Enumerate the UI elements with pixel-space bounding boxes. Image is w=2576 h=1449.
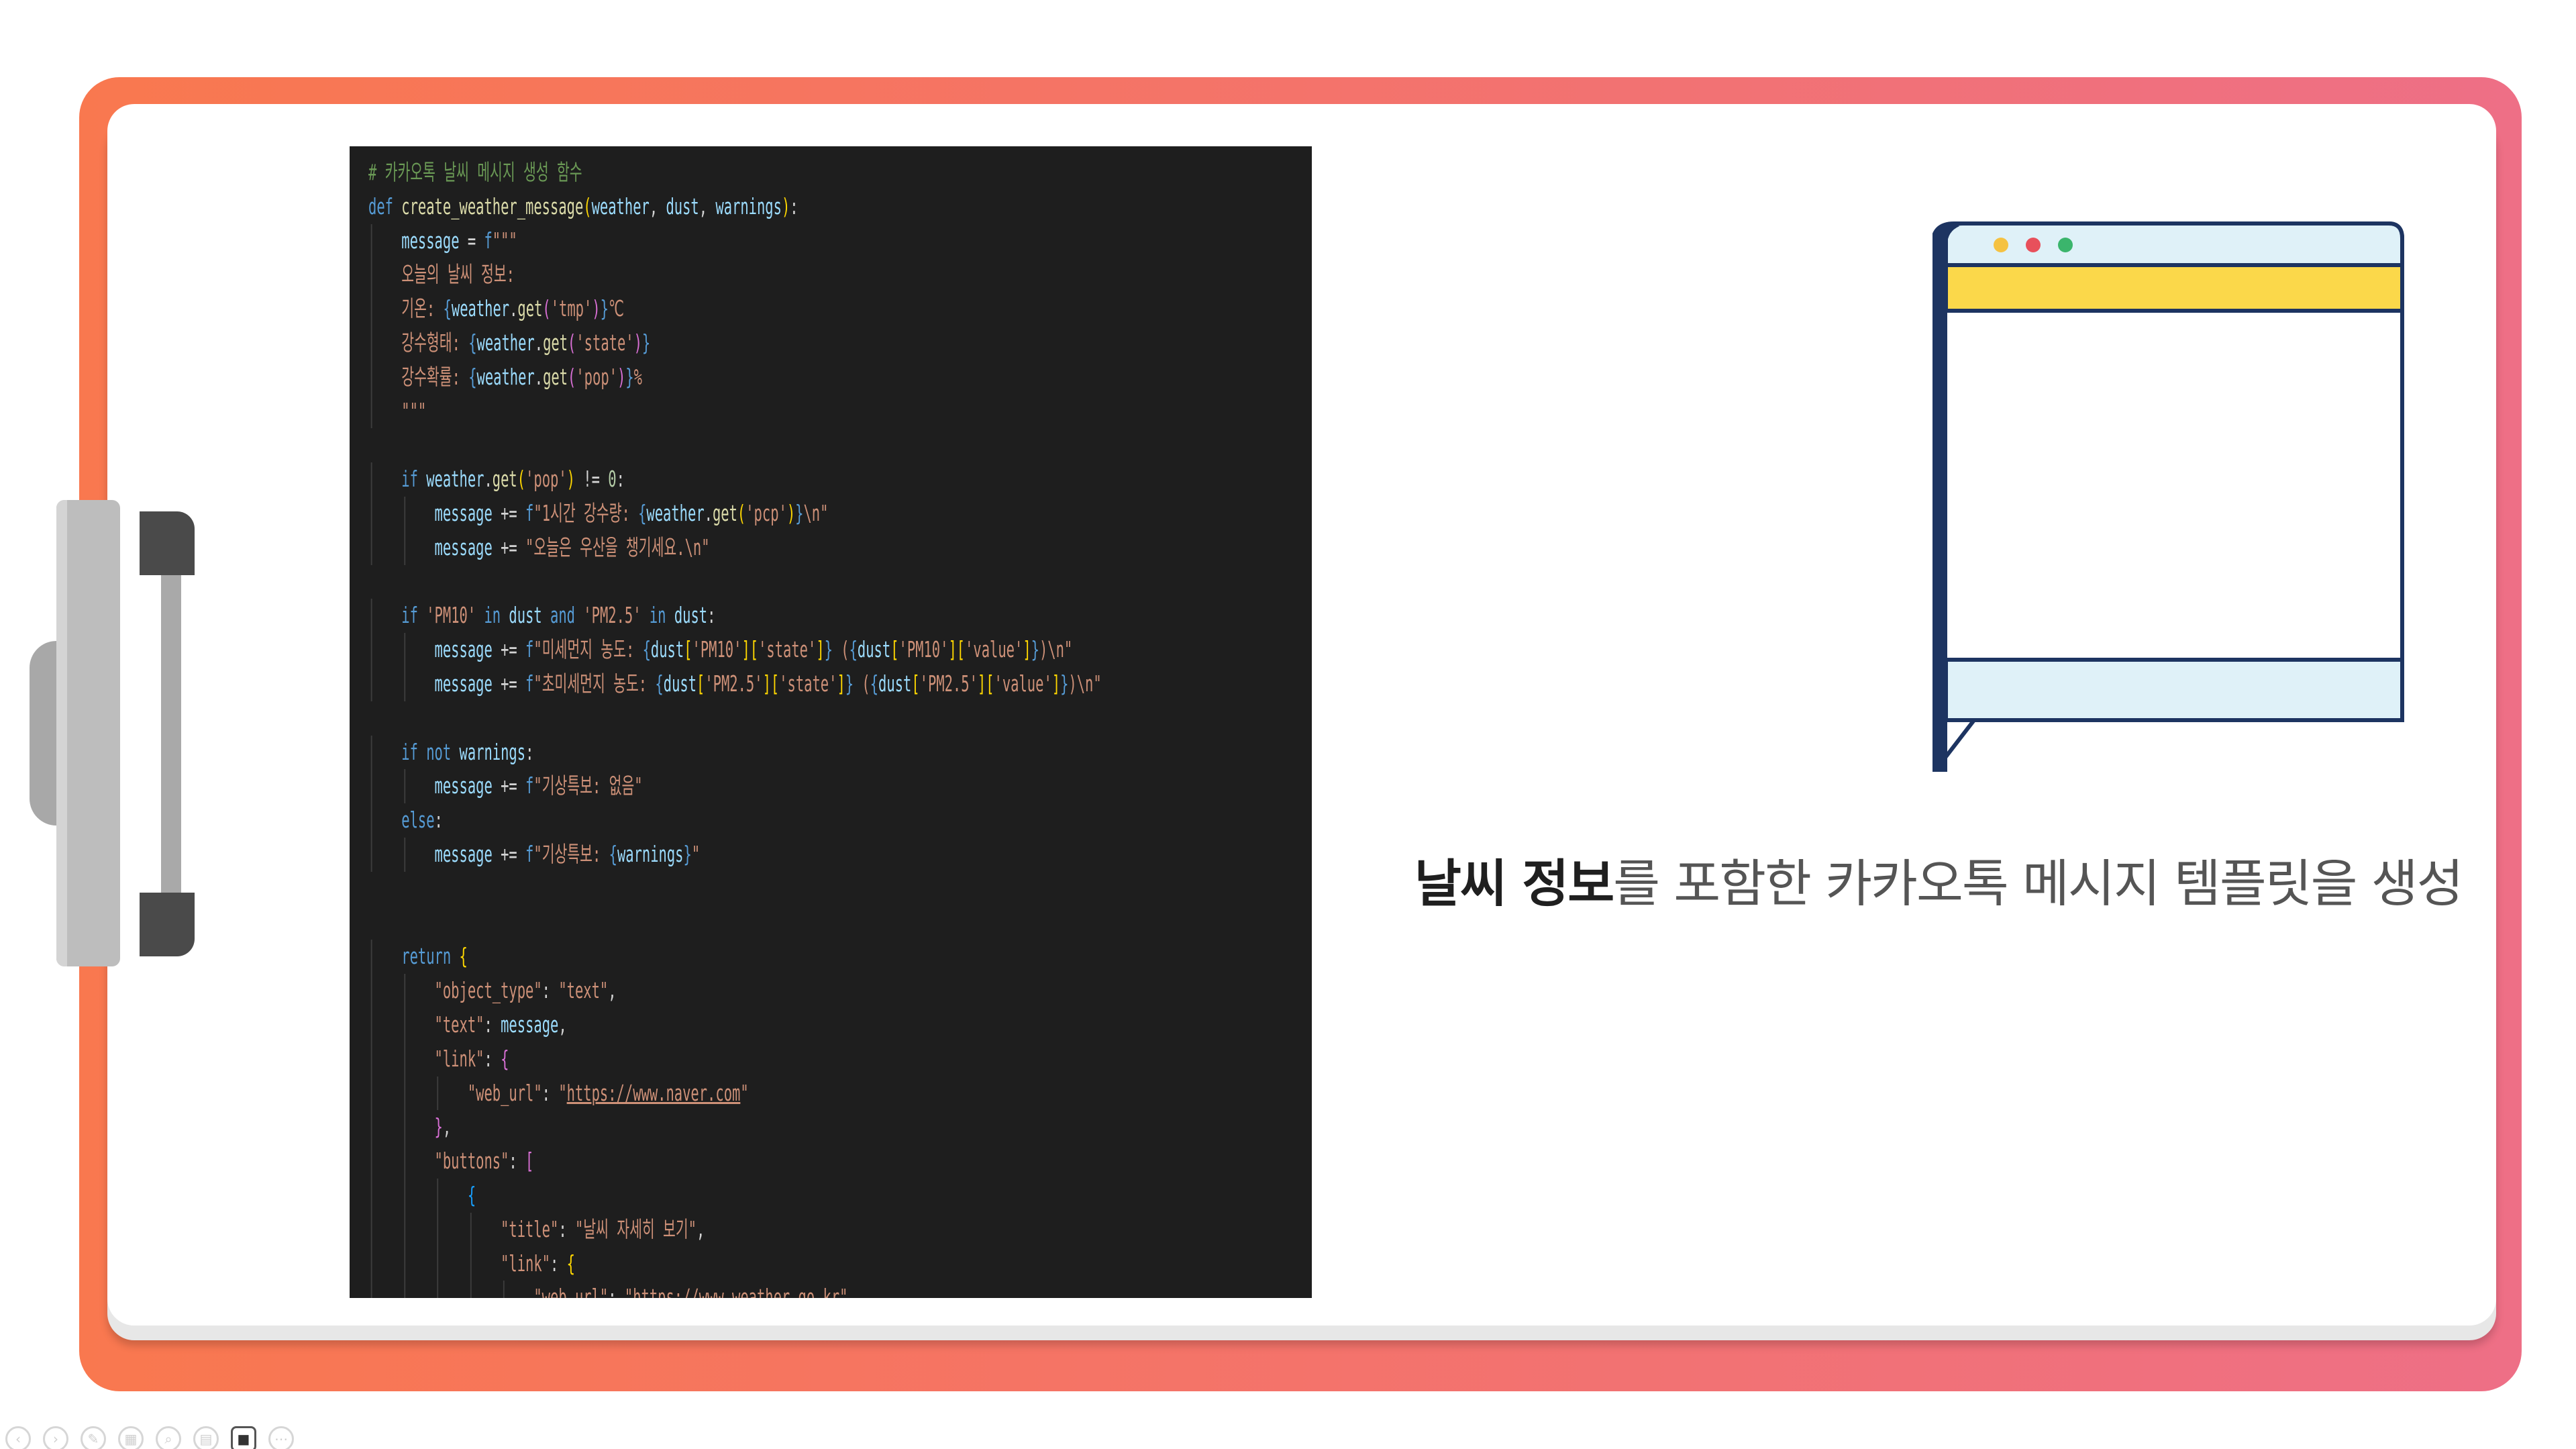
code-line: 강수형태: {weather.get('state')}: [368, 326, 1102, 360]
code-line: message = f""": [368, 223, 1102, 258]
caption-bold: 날씨 정보: [1414, 854, 1614, 913]
code-line: 강수확률: {weather.get('pop')}%: [368, 360, 1102, 395]
code-line: "link": {: [368, 1246, 1102, 1281]
code-line: """: [368, 394, 1102, 429]
code-line: return {: [368, 940, 1102, 975]
code-line: "web_url": "https://www.naver.com": [368, 1076, 1102, 1111]
next-icon[interactable]: ›: [43, 1426, 68, 1449]
zoom-icon[interactable]: ⌕: [156, 1426, 181, 1449]
code-line: "buttons": [: [368, 1144, 1102, 1179]
code-line: "object_type": "text",: [368, 974, 1102, 1008]
slideshow-toolbar: ‹ › ✎ ▦ ⌕ ▤ ■ ⋯: [5, 1426, 294, 1449]
code-line: "title": "날씨 자세히 보기",: [368, 1212, 1102, 1247]
slides-icon[interactable]: ▦: [118, 1426, 144, 1449]
code-line: message += "오늘은 우산을 챙기세요.\n": [368, 530, 1102, 565]
code-line: message += f"초미세먼지 농도: {dust['PM2.5']['s…: [368, 666, 1102, 701]
pen-icon[interactable]: ✎: [81, 1426, 106, 1449]
code-lines: # 카카오톡 날씨 메시지 생성 함수 def create_weather_me…: [368, 156, 1102, 1298]
code-line: "web_url": "https://www.weather.go.kr",: [368, 1281, 1102, 1298]
code-line: message += f"기상특보: {warnings}": [368, 837, 1102, 872]
code-line: if weather.get('pop') != 0:: [368, 462, 1102, 497]
code-line: def create_weather_message(weather, dust…: [368, 193, 798, 219]
browser-chat-bubble-icon: [1933, 221, 2404, 772]
presentation-slide: # 카카오톡 날씨 메시지 생성 함수 def create_weather_me…: [0, 0, 2576, 1449]
code-line: 기온: {weather.get('tmp')}℃: [368, 292, 1102, 326]
code-line: 오늘의 날씨 정보:: [368, 258, 1102, 293]
code-line: # 카카오톡 날씨 메시지 생성 함수: [368, 159, 582, 185]
code-line: {: [368, 1178, 1102, 1213]
code-line: "text": message,: [368, 1007, 1102, 1042]
code-line: if 'PM10' in dust and 'PM2.5' in dust:: [368, 599, 1102, 634]
code-line: },: [368, 1110, 1102, 1145]
code-line: if not warnings:: [368, 735, 1102, 770]
code-line: message += f"미세먼지 농도: {dust['PM10']['sta…: [368, 633, 1102, 667]
code-screenshot: # 카카오톡 날씨 메시지 생성 함수 def create_weather_me…: [350, 146, 1312, 1298]
code-line: message += f"기상특보: 없음": [368, 769, 1102, 804]
camera-icon[interactable]: ■: [231, 1426, 256, 1449]
slide-caption: 날씨 정보를 포함한 카카오톡 메시지 템플릿을 생성: [1414, 842, 2464, 916]
subtitles-icon[interactable]: ▤: [193, 1426, 219, 1449]
caption-rest: 를 포함한 카카오톡 메시지 템플릿을 생성: [1613, 854, 2463, 913]
code-line: else:: [368, 803, 1102, 838]
previous-icon[interactable]: ‹: [5, 1426, 31, 1449]
code-line: message += f"1시간 강수량: {weather.get('pcp'…: [368, 496, 1102, 531]
more-icon[interactable]: ⋯: [268, 1426, 294, 1449]
code-line: "link": {: [368, 1042, 1102, 1077]
